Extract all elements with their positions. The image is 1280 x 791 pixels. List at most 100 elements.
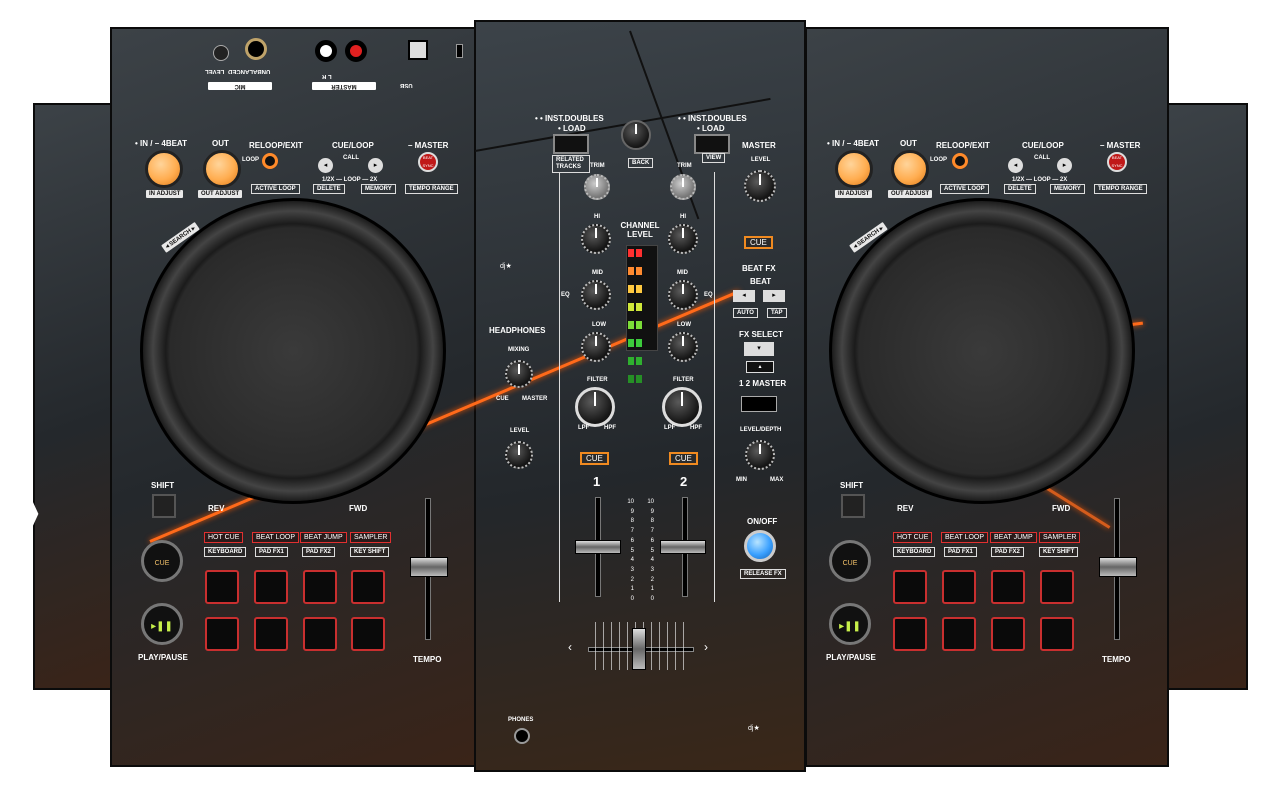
performance-pad-7[interactable] bbox=[303, 617, 337, 651]
ch2-mid-knob[interactable] bbox=[668, 280, 698, 310]
play-pause-button[interactable]: ▸❚❚ bbox=[141, 603, 183, 645]
ch2-cue-button[interactable]: CUE bbox=[669, 452, 698, 465]
cue-loop-call-prev-button[interactable]: ◂ bbox=[318, 158, 333, 173]
fx-select-up-button[interactable]: ▴ bbox=[746, 361, 774, 373]
fader-scale-tick: 8 bbox=[630, 518, 634, 525]
performance-pad-3[interactable] bbox=[991, 570, 1025, 604]
performance-pad-6[interactable] bbox=[942, 617, 976, 651]
beat-next-button[interactable]: ▸ bbox=[763, 290, 785, 302]
eq-label: EQ bbox=[704, 292, 713, 298]
tempo-fader[interactable] bbox=[410, 557, 448, 577]
pad-fx2-label: PAD FX2 bbox=[991, 547, 1024, 557]
ch2-hi-knob[interactable] bbox=[668, 224, 698, 254]
performance-pad-5[interactable] bbox=[205, 617, 239, 651]
beat-loop-mode-button[interactable]: BEAT LOOP bbox=[941, 532, 989, 543]
performance-pad-1[interactable] bbox=[893, 570, 927, 604]
sampler-mode-button[interactable]: SAMPLER bbox=[350, 532, 392, 543]
loop-in-button[interactable] bbox=[835, 150, 873, 188]
performance-pad-2[interactable] bbox=[254, 570, 288, 604]
performance-pad-4[interactable] bbox=[351, 570, 385, 604]
master-label: – MASTER bbox=[408, 141, 449, 150]
master-level-knob[interactable] bbox=[744, 170, 776, 202]
reloop-exit-button[interactable] bbox=[262, 153, 278, 169]
mic-level-knob[interactable] bbox=[213, 45, 229, 61]
release-fx-label: RELEASE FX bbox=[740, 569, 786, 579]
keyboard-label: KEYBOARD bbox=[204, 547, 247, 557]
performance-pad-2[interactable] bbox=[942, 570, 976, 604]
performance-pad-6[interactable] bbox=[254, 617, 288, 651]
ch1-channel-fader[interactable] bbox=[575, 540, 621, 554]
performance-pad-7[interactable] bbox=[991, 617, 1025, 651]
hot-cue-mode-button[interactable]: HOT CUE bbox=[893, 532, 933, 543]
fx-on-off-button[interactable] bbox=[744, 530, 776, 562]
play-pause-button[interactable]: ▸❚❚ bbox=[829, 603, 871, 645]
fader-scale-tick: 4 bbox=[630, 557, 634, 564]
auto-label: AUTO bbox=[733, 308, 758, 318]
inst-doubles-right-label: • • INST.DOUBLES bbox=[678, 114, 747, 123]
ch1-hi-knob[interactable] bbox=[581, 224, 611, 254]
ch2-channel-fader[interactable] bbox=[660, 540, 706, 554]
load-deck1-button[interactable] bbox=[553, 134, 589, 154]
performance-pad-8[interactable] bbox=[351, 617, 385, 651]
loop-in-button[interactable] bbox=[145, 150, 183, 188]
fx-level-depth-knob[interactable] bbox=[745, 440, 775, 470]
beat-jump-mode-button[interactable]: BEAT JUMP bbox=[990, 532, 1037, 543]
ch2-filter-knob[interactable] bbox=[662, 387, 702, 427]
master-out-r-jack[interactable] bbox=[345, 40, 367, 62]
load-deck2-button[interactable] bbox=[694, 134, 730, 154]
ch2-trim-knob[interactable] bbox=[670, 174, 696, 200]
loop-out-button[interactable] bbox=[891, 150, 929, 188]
master-out-l-jack[interactable] bbox=[315, 40, 337, 62]
performance-pad-1[interactable] bbox=[205, 570, 239, 604]
headphones-level-knob[interactable] bbox=[505, 441, 533, 469]
usb-port[interactable] bbox=[408, 40, 428, 60]
ch1-filter-knob[interactable] bbox=[575, 387, 615, 427]
jog-wheel-left[interactable] bbox=[140, 198, 446, 504]
reloop-exit-button[interactable] bbox=[952, 153, 968, 169]
cue-loop-call-prev-button[interactable]: ◂ bbox=[1008, 158, 1023, 173]
beat-prev-button[interactable]: ◂ bbox=[733, 290, 755, 302]
active-loop-label: ACTIVE LOOP bbox=[940, 184, 989, 194]
crossfader[interactable] bbox=[632, 628, 646, 670]
performance-pad-3[interactable] bbox=[303, 570, 337, 604]
beat-loop-mode-button[interactable]: BEAT LOOP bbox=[252, 532, 300, 543]
jog-wheel-right[interactable] bbox=[829, 198, 1135, 504]
mic-jack[interactable] bbox=[245, 38, 267, 60]
play-pause-label: PLAY/PAUSE bbox=[826, 653, 876, 662]
sampler-mode-button[interactable]: SAMPLER bbox=[1039, 532, 1081, 543]
ch1-trim-knob[interactable] bbox=[584, 174, 610, 200]
cue-button[interactable]: CUE bbox=[141, 540, 183, 582]
master-lr-label: L R bbox=[322, 73, 332, 79]
loop-label: LOOP bbox=[242, 157, 260, 163]
fx-select-button[interactable]: ▾ bbox=[744, 342, 774, 356]
fx-channel-selector[interactable] bbox=[741, 396, 777, 412]
beat-sync-label: BEAT SYNC bbox=[1111, 155, 1123, 168]
loop-out-button[interactable] bbox=[203, 150, 241, 188]
ch1-low-knob[interactable] bbox=[581, 332, 611, 362]
beat-jump-mode-button[interactable]: BEAT JUMP bbox=[300, 532, 347, 543]
ch1-cue-button[interactable]: CUE bbox=[580, 452, 609, 465]
beat-sync-button[interactable]: BEAT SYNC bbox=[418, 152, 438, 172]
performance-pad-8[interactable] bbox=[1040, 617, 1074, 651]
master-cue-button[interactable]: CUE bbox=[744, 236, 773, 249]
browse-knob[interactable] bbox=[621, 120, 651, 150]
ch1-mid-knob[interactable] bbox=[581, 280, 611, 310]
tempo-fader[interactable] bbox=[1099, 557, 1137, 577]
headphones-mixing-knob[interactable] bbox=[505, 360, 533, 388]
shift-button[interactable] bbox=[841, 494, 865, 518]
hot-cue-mode-button[interactable]: HOT CUE bbox=[204, 532, 244, 543]
cue-button-label: CUE bbox=[842, 560, 858, 567]
beat-sync-button[interactable]: BEAT SYNC bbox=[1107, 152, 1127, 172]
phones-jack[interactable] bbox=[514, 728, 530, 744]
mic-label: MIC bbox=[208, 82, 272, 90]
cue-loop-call-next-button[interactable]: ▸ bbox=[1057, 158, 1072, 173]
performance-pad-4[interactable] bbox=[1040, 570, 1074, 604]
cue-loop-call-next-button[interactable]: ▸ bbox=[368, 158, 383, 173]
shift-button[interactable] bbox=[152, 494, 176, 518]
phones-label: PHONES bbox=[508, 717, 534, 723]
memory-label: MEMORY bbox=[1050, 184, 1085, 194]
performance-pad-5[interactable] bbox=[893, 617, 927, 651]
fx-channel-label: 1 2 MASTER bbox=[739, 379, 787, 388]
ch2-low-knob[interactable] bbox=[668, 332, 698, 362]
cue-button[interactable]: CUE bbox=[829, 540, 871, 582]
